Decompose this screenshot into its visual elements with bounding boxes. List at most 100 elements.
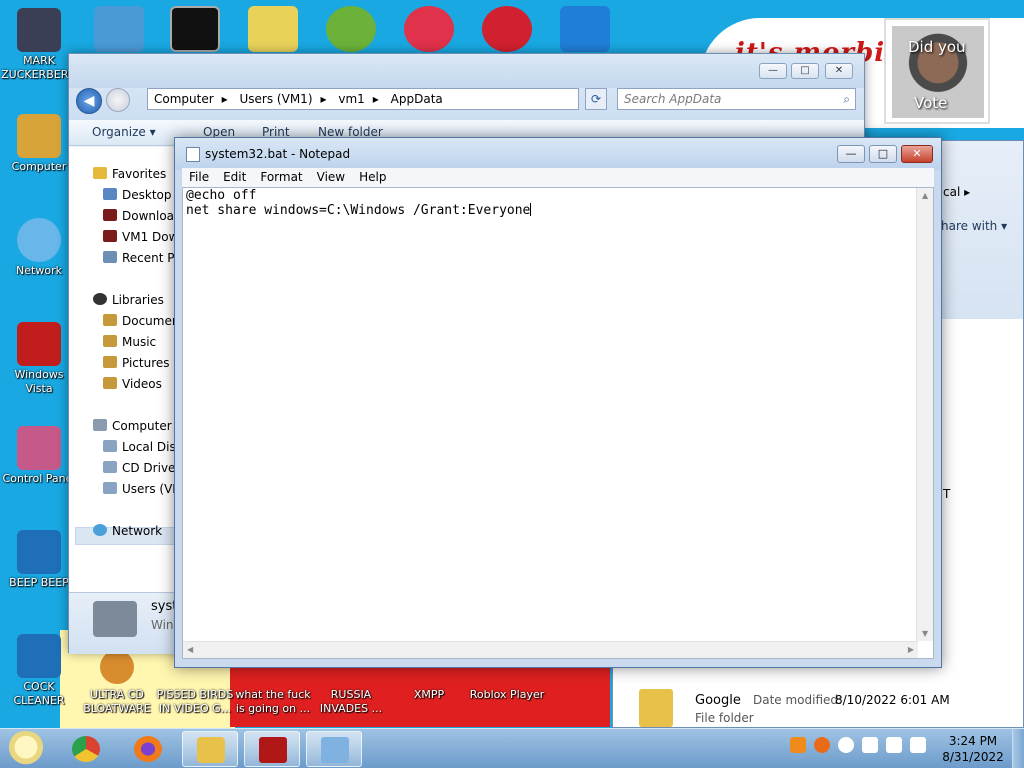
poster-text-bottom: Vote: [914, 94, 948, 112]
notepad-text-area[interactable]: @echo off net share windows=C:\Windows /…: [182, 187, 934, 659]
refresh-button[interactable]: ⟳: [585, 88, 607, 110]
search-tray-icon[interactable]: [814, 737, 830, 753]
nav-network[interactable]: Network: [93, 524, 162, 538]
file-name[interactable]: Google: [695, 693, 741, 708]
desktop-icon-label: MARK ZUCKERBERG: [1, 54, 77, 81]
nav-vm1-downloads[interactable]: VM1 Downloads: [103, 230, 178, 244]
nav-downloads[interactable]: Downloads: [103, 209, 178, 223]
desktop-icon-label: PISSED BIRDS IN VIDEO G...: [156, 688, 234, 715]
menu-format[interactable]: Format: [253, 168, 309, 187]
vertical-scrollbar[interactable]: ▲ ▼: [916, 188, 933, 641]
nav-desktop[interactable]: Desktop: [103, 188, 172, 202]
notepad-icon: [321, 737, 349, 763]
control-panel-icon: [17, 426, 61, 470]
clock-date: 8/31/2022: [942, 750, 1004, 764]
recent-places-icon: [103, 251, 117, 263]
smiley-tray-icon[interactable]: [838, 737, 854, 753]
documents-icon: [103, 314, 117, 326]
breadcrumb-vm1[interactable]: vm1: [338, 92, 364, 106]
explorer2-share-with[interactable]: hare with ▾: [941, 219, 1007, 233]
network-tray-icon[interactable]: [886, 737, 902, 753]
scroll-down-icon[interactable]: ▼: [922, 629, 928, 638]
nav-music[interactable]: Music: [103, 335, 156, 349]
back-button[interactable]: ◀: [76, 88, 102, 114]
horizontal-scrollbar[interactable]: ◀ ▶: [183, 641, 918, 658]
close-button[interactable]: ✕: [825, 63, 853, 79]
taskbar-firefox[interactable]: [120, 731, 176, 767]
taskbar-explorer[interactable]: [182, 731, 238, 767]
nav-cd-drive[interactable]: CD Drive: [103, 461, 175, 475]
taskbar-notepad[interactable]: [306, 731, 362, 767]
desktop-icon-windows-vista[interactable]: Windows Vista: [0, 322, 78, 396]
xampp-tray-icon[interactable]: [790, 737, 806, 753]
nav-recent-places[interactable]: Recent Places: [103, 251, 178, 265]
breadcrumb-appdata[interactable]: AppData: [391, 92, 443, 106]
breadcrumb-computer[interactable]: Computer: [154, 92, 214, 106]
show-desktop-button[interactable]: [1012, 729, 1024, 768]
notes-app-icon[interactable]: [94, 6, 144, 52]
scroll-up-icon[interactable]: ▲: [922, 191, 928, 200]
menu-edit[interactable]: Edit: [216, 168, 253, 187]
taskbar-chrome[interactable]: [58, 731, 114, 767]
cmd-icon[interactable]: [170, 6, 220, 52]
notepad-menubar: File Edit Format View Help: [182, 168, 934, 187]
desktop-icon-network[interactable]: Network: [0, 218, 78, 278]
p-app-icon[interactable]: [404, 6, 454, 52]
nav-users-vm1[interactable]: Users (VM1): [103, 482, 178, 496]
desktop-icon-cock-cleaner[interactable]: COCK CLEANER: [0, 634, 78, 708]
drive-icon: [103, 482, 117, 494]
forward-button[interactable]: [106, 88, 130, 112]
maximize-button[interactable]: □: [791, 63, 819, 79]
search-input[interactable]: Search AppData ⌕: [617, 88, 856, 110]
explorer2-breadcrumb[interactable]: cal ▸: [943, 185, 970, 199]
bat-file-icon: [93, 601, 137, 637]
nav-documents[interactable]: Documents: [103, 314, 178, 328]
angry-birds-pig-icon[interactable]: [326, 6, 376, 52]
nav-videos[interactable]: Videos: [103, 377, 162, 391]
desktop-icon-beep-beep[interactable]: BEEP BEEP: [0, 530, 78, 590]
libraries-icon: [93, 293, 107, 305]
taskbar-clock[interactable]: 3:24 PM 8/31/2022: [940, 733, 1006, 765]
breadcrumb-users[interactable]: Users (VM1): [240, 92, 313, 106]
maximize-button[interactable]: □: [869, 145, 897, 163]
google-folder-icon[interactable]: [639, 689, 673, 727]
dev-cpp-icon[interactable]: [482, 6, 532, 52]
desktop-photo-widget[interactable]: Did you Vote: [884, 18, 990, 124]
drive-icon: [103, 440, 117, 452]
folder-drive-icon[interactable]: [248, 6, 298, 52]
menu-file[interactable]: File: [182, 168, 216, 187]
address-bar[interactable]: Computer ▸ Users (VM1) ▸ vm1 ▸ AppData: [147, 88, 579, 110]
nav-computer[interactable]: Computer: [93, 419, 172, 433]
desktop-icon-computer[interactable]: Computer: [0, 114, 78, 174]
desktop-icon-ultra-cd[interactable]: ULTRA CD BLOATWARE: [76, 650, 158, 716]
menu-view[interactable]: View: [310, 168, 352, 187]
nav-favorites[interactable]: Favorites: [93, 167, 166, 181]
star-icon: [93, 167, 107, 179]
desktop-icon-mark-zuckerberg[interactable]: MARK ZUCKERBERG: [0, 8, 78, 82]
start-button[interactable]: [6, 731, 46, 767]
organize-button[interactable]: Organize ▾: [92, 125, 156, 139]
taskbar-flash[interactable]: [244, 731, 300, 767]
flag-tray-icon[interactable]: [862, 737, 878, 753]
notepad-window[interactable]: system32.bat - Notepad — □ ✕ File Edit For…: [174, 137, 942, 668]
music-icon: [103, 335, 117, 347]
nav-pictures[interactable]: Pictures: [103, 356, 170, 370]
text-caret: [530, 203, 532, 216]
minimize-button[interactable]: —: [837, 145, 865, 163]
videos-icon: [103, 377, 117, 389]
notepad-title: system32.bat - Notepad: [205, 147, 351, 161]
date-modified-label: Date modified:: [753, 693, 843, 707]
search-placeholder: Search AppData: [624, 92, 722, 106]
volume-tray-icon[interactable]: [910, 737, 926, 753]
desktop-icon-label: XMPP: [413, 688, 445, 701]
scroll-left-icon[interactable]: ◀: [187, 645, 193, 654]
scroll-right-icon[interactable]: ▶: [908, 645, 914, 654]
close-button[interactable]: ✕: [901, 145, 933, 163]
nav-local-disk[interactable]: Local Disk: [103, 440, 178, 454]
chevron-right-icon: ▸: [372, 92, 379, 106]
menu-help[interactable]: Help: [352, 168, 393, 187]
nav-libraries[interactable]: Libraries: [93, 293, 164, 307]
blue-box-icon[interactable]: [560, 6, 610, 52]
minimize-button[interactable]: —: [759, 63, 787, 79]
desktop-icon-control-panel[interactable]: Control Panel: [0, 426, 78, 486]
